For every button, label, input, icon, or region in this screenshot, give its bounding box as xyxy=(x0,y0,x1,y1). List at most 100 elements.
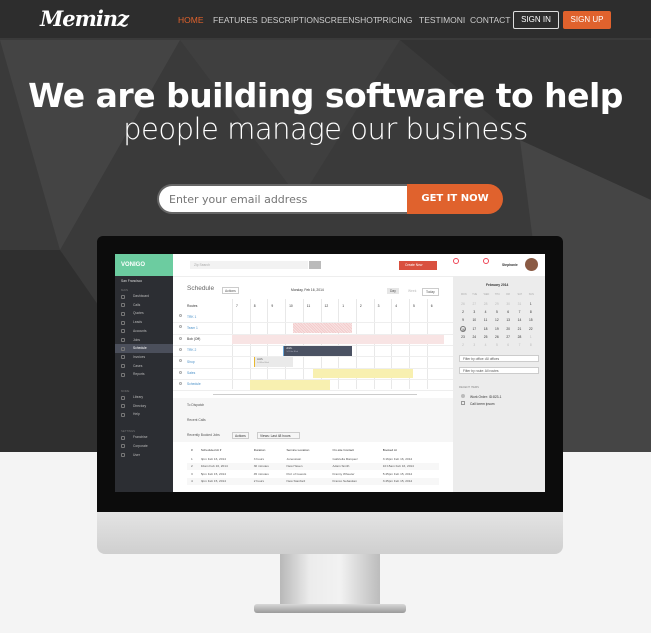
calendar-day[interactable]: 16 xyxy=(460,325,466,332)
calendar-day[interactable]: 3 xyxy=(471,342,477,348)
sidebar-item-dashboard[interactable]: Dashboard xyxy=(115,292,173,301)
calendar-day[interactable]: 2 xyxy=(460,342,466,348)
calendar-day[interactable]: 31 xyxy=(517,301,523,307)
route-label[interactable]: Sales xyxy=(187,371,195,375)
route-label[interactable]: Team 1 xyxy=(187,326,198,330)
actions-dropdown[interactable]: Actions xyxy=(222,287,239,294)
calendar-day[interactable]: 4 xyxy=(483,309,489,315)
sidebar-item-cases[interactable]: Cases xyxy=(115,362,173,371)
create-new-button[interactable]: Create New xyxy=(399,261,437,270)
sidebar-item-accounts[interactable]: Accounts xyxy=(115,327,173,336)
calendar-day[interactable]: 3 xyxy=(471,309,477,315)
nav-home[interactable]: HOME xyxy=(178,15,204,25)
zip-search-input[interactable]: Zip Search xyxy=(190,261,308,269)
calendar-day[interactable]: 11 xyxy=(483,317,489,323)
sidebar-item-leads[interactable]: Leads xyxy=(115,318,173,327)
sign-in-button[interactable]: SIGN IN xyxy=(513,11,559,29)
sidebar-item-help[interactable]: Help xyxy=(115,410,173,419)
calendar-day[interactable]: 2 xyxy=(460,309,466,315)
calendar-day[interactable]: 7 xyxy=(517,309,523,315)
calendar-day[interactable]: 28 xyxy=(517,334,523,340)
sidebar-item-schedule[interactable]: Schedule xyxy=(115,344,173,353)
table-row[interactable]: 4 3pm Feb 15, 2014 2 hours New Stanford Fran… xyxy=(187,477,439,485)
calendar-day[interactable]: 12 xyxy=(494,317,500,323)
nav-pricing[interactable]: PRICING xyxy=(377,15,412,25)
event-block[interactable]: Arch. 14 Elm Blvd xyxy=(283,345,353,356)
route-label[interactable]: Schedule xyxy=(187,382,201,386)
calendar-day[interactable]: 27 xyxy=(471,301,477,307)
route-label[interactable]: TRK 1 xyxy=(187,315,196,319)
calendar-day[interactable]: 20 xyxy=(505,326,511,332)
column-header[interactable]: Duration xyxy=(250,444,283,455)
calendar-day[interactable]: 8 xyxy=(528,342,534,348)
booked-actions-dropdown[interactable]: Actions xyxy=(232,432,249,439)
calendar-day[interactable]: 7 xyxy=(517,342,523,348)
calendar-day[interactable]: 30 xyxy=(505,301,511,307)
sidebar-item-franchise[interactable]: Franchise xyxy=(115,433,173,442)
calendar-day[interactable]: 5 xyxy=(494,342,500,348)
column-header[interactable]: # xyxy=(187,444,197,455)
sidebar-item-user[interactable]: User xyxy=(115,451,173,460)
calendar-day[interactable]: 1 xyxy=(528,334,534,340)
recent-calls-section[interactable]: Recent Calls xyxy=(187,418,206,422)
calendar-day[interactable]: 15 xyxy=(528,317,534,323)
location-select[interactable]: San Francisco xyxy=(121,279,142,283)
avatar[interactable] xyxy=(525,258,538,271)
calendar-day[interactable]: 14 xyxy=(517,317,523,323)
route-label[interactable]: Shop xyxy=(187,360,195,364)
calendar-day[interactable]: 1 xyxy=(528,301,534,307)
horizontal-scrollbar[interactable] xyxy=(213,394,417,395)
calendar-day[interactable]: 26 xyxy=(460,301,466,307)
calendar-day[interactable]: 28 xyxy=(483,301,489,307)
calendar-day[interactable]: 6 xyxy=(505,342,511,348)
calendar-day[interactable]: 8 xyxy=(528,309,534,315)
sidebar-item-library[interactable]: Library xyxy=(115,393,173,402)
calendar-day[interactable]: 29 xyxy=(494,301,500,307)
event-block[interactable]: Arch. 14 Elm Blvd xyxy=(254,357,294,367)
calendar-day[interactable]: 13 xyxy=(505,317,511,323)
route-label[interactable]: Bob (Off) xyxy=(187,337,200,341)
nav-testimoni[interactable]: TESTIMONI xyxy=(419,15,465,25)
calendar-day[interactable]: 27 xyxy=(505,334,511,340)
to-dispatch-section[interactable]: To Dispatch xyxy=(187,403,204,407)
nav-features[interactable]: FEATURES xyxy=(213,15,258,25)
calendar-day[interactable]: 18 xyxy=(483,326,489,332)
table-row[interactable]: 1 3pm Feb 16, 2014 3 hours Jonestown Gabriel… xyxy=(187,455,439,463)
booked-jobs-title[interactable]: Recently Booked Jobs xyxy=(187,433,220,437)
off-block[interactable] xyxy=(232,334,445,345)
nav-screenshot[interactable]: SCREENSHOT xyxy=(319,15,378,25)
week-tab[interactable]: Week xyxy=(405,288,419,294)
route-label[interactable]: TRK 2 xyxy=(187,348,196,352)
sign-up-button[interactable]: SIGN UP xyxy=(563,11,611,29)
event-block[interactable] xyxy=(312,368,413,379)
column-header[interactable]: Scheduled At ▾ xyxy=(197,444,250,455)
get-it-now-button[interactable]: GET IT NOW xyxy=(407,184,503,214)
calendar-day[interactable]: 24 xyxy=(471,334,477,340)
calendar-day[interactable]: 19 xyxy=(494,326,500,332)
table-row[interactable]: 3 5pm Feb 15, 2014 45 minutes Port of Guest… xyxy=(187,470,439,478)
calendar-day[interactable]: 4 xyxy=(483,342,489,348)
calendar-day[interactable]: 21 xyxy=(517,326,523,332)
search-button[interactable] xyxy=(309,261,321,269)
views-dropdown[interactable]: Views: Last 48 hours xyxy=(257,432,300,439)
calendar-day[interactable]: 23 xyxy=(460,334,466,340)
calendar-day[interactable]: 10 xyxy=(471,317,477,323)
sidebar-item-jobs[interactable]: Jobs xyxy=(115,336,173,345)
calendar-day[interactable]: 6 xyxy=(505,309,511,315)
today-button[interactable]: Today xyxy=(422,288,439,296)
sidebar-item-calls[interactable]: Calls xyxy=(115,301,173,310)
column-header[interactable]: On-site Contact xyxy=(329,444,379,455)
calendar-day[interactable]: 5 xyxy=(494,309,500,315)
calendar-day[interactable]: 25 xyxy=(483,334,489,340)
sidebar-item-corporate[interactable]: Corporate xyxy=(115,442,173,451)
column-header[interactable]: Service Location xyxy=(282,444,328,455)
email-input[interactable] xyxy=(157,184,408,214)
table-row[interactable]: 2 10am Feb 16, 2014 30 minutes New Haven Ada… xyxy=(187,462,439,470)
sidebar-item-reports[interactable]: Reports xyxy=(115,370,173,379)
nav-description[interactable]: DESCRIPTION xyxy=(261,15,319,25)
event-block[interactable] xyxy=(293,323,353,334)
calendar-day[interactable]: 22 xyxy=(528,326,534,332)
logo[interactable]: Meminz xyxy=(40,6,129,31)
day-tab[interactable]: Day xyxy=(387,288,399,294)
event-block[interactable] xyxy=(249,379,331,390)
